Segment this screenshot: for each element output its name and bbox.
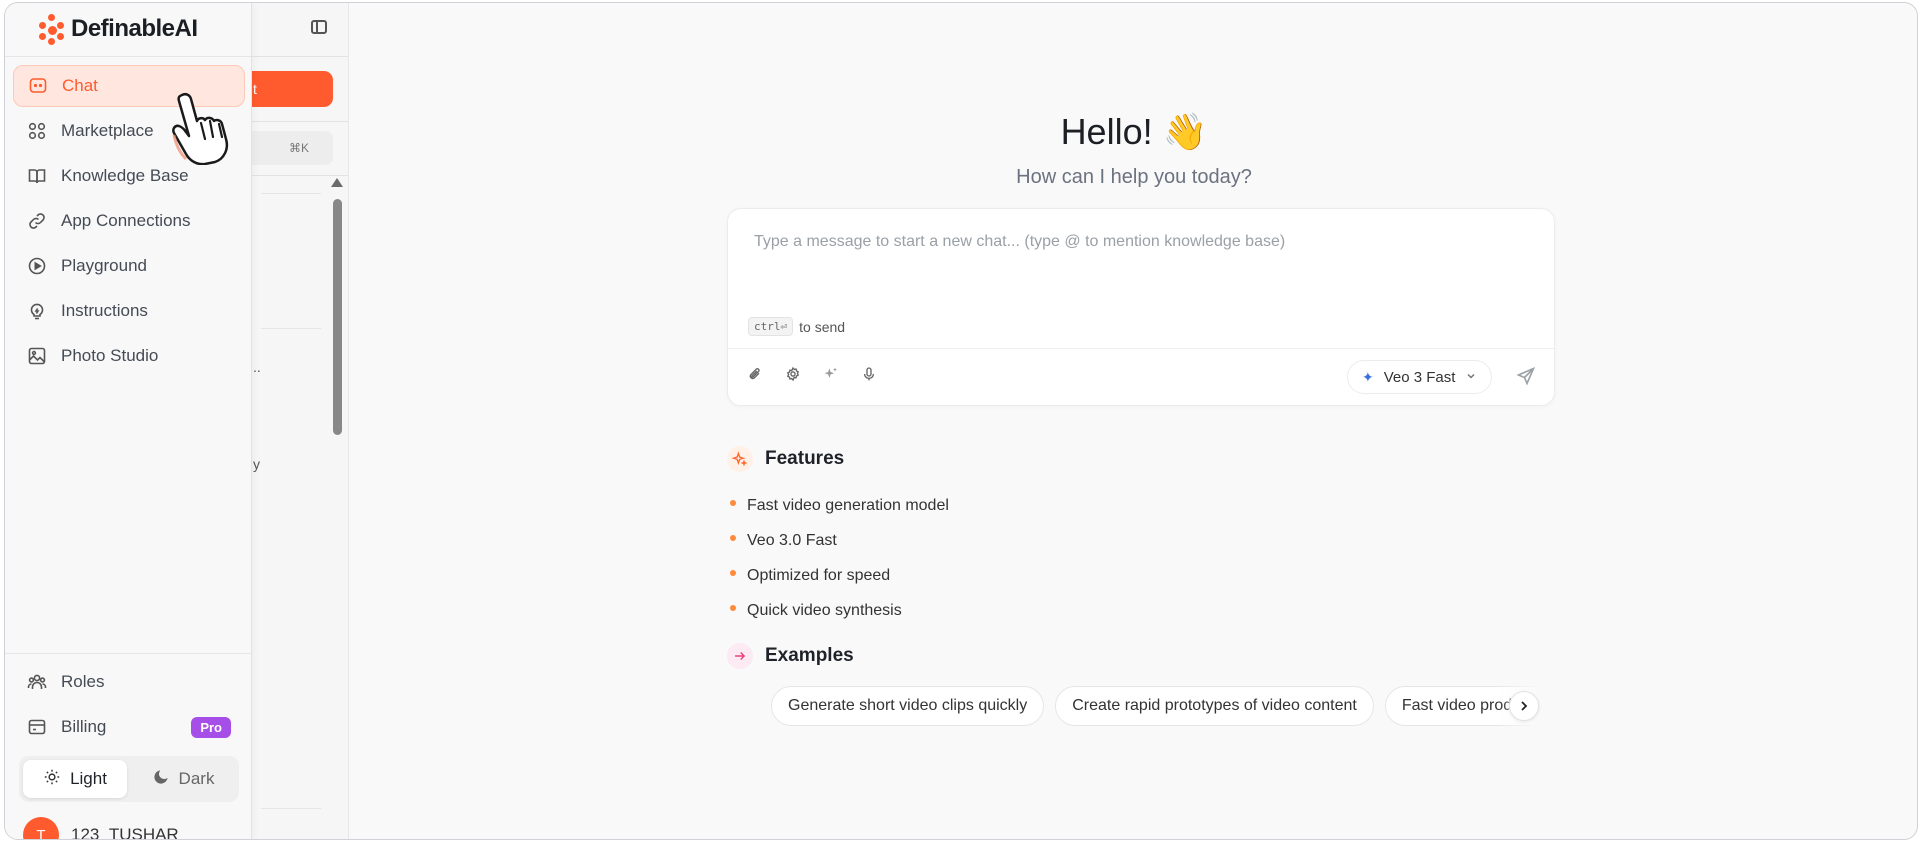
- sidebar-item-photo-studio[interactable]: Photo Studio: [13, 335, 245, 377]
- sidebar-item-label: Chat: [62, 76, 98, 95]
- divider: [728, 348, 1554, 349]
- sidebar-item-instructions[interactable]: Instructions: [13, 290, 245, 332]
- sidebar-item-label: App Connections: [61, 211, 191, 230]
- settings-icon[interactable]: [784, 365, 802, 383]
- theme-light-button[interactable]: Light: [23, 760, 127, 798]
- model-name: Veo 3 Fast: [1383, 368, 1456, 386]
- billing-icon: [27, 717, 47, 737]
- sidebar-item-roles[interactable]: Roles: [13, 661, 245, 703]
- divider: [251, 121, 348, 122]
- hand-pointer-icon: [172, 92, 229, 165]
- play-circle-icon: [27, 256, 47, 276]
- sidebar-item-label: Roles: [61, 672, 105, 691]
- link-icon: [27, 211, 47, 231]
- microphone-icon[interactable]: [860, 365, 878, 383]
- chevron-right-icon: [1521, 701, 1528, 711]
- sidebar-item-label: Billing: [61, 717, 107, 736]
- scroll-up-arrow[interactable]: [331, 178, 343, 187]
- sidebar-item-label: Knowledge Base: [61, 166, 189, 185]
- chat-history-item[interactable]: ..: [253, 359, 261, 375]
- pro-badge: Pro: [191, 716, 231, 738]
- list-item: Fast video generation model: [730, 488, 949, 523]
- main-content: Hello! 👋 How can I help you today? Type …: [349, 3, 1917, 839]
- sparkles-icon[interactable]: [822, 365, 840, 383]
- sidebar-item-playground[interactable]: Playground: [13, 245, 245, 287]
- send-hint: ctrl⏎ to send: [748, 317, 845, 336]
- list-item: Optimized for speed: [730, 558, 949, 593]
- user-name: 123_TUSHAR: [71, 825, 179, 840]
- greeting-subtitle: How can I help you today?: [1016, 166, 1252, 188]
- features-heading: Features: [727, 446, 844, 472]
- search-shortcut: ⌘K: [289, 141, 310, 155]
- features-title: Features: [765, 448, 845, 469]
- greeting: Hello! 👋: [1060, 111, 1208, 152]
- sidebar-item-label: Marketplace: [61, 121, 154, 140]
- divider: [261, 808, 321, 809]
- divider: [261, 193, 321, 194]
- book-icon: [27, 166, 47, 186]
- sun-icon: [43, 768, 61, 791]
- users-icon: [27, 672, 47, 692]
- divider: [261, 328, 321, 329]
- new-chat-label: t: [253, 81, 257, 97]
- sidebar-item-label: Instructions: [61, 301, 148, 320]
- send-icon[interactable]: [1516, 366, 1536, 386]
- carousel-next-button[interactable]: [1509, 691, 1539, 721]
- chat-history-panel: t ⌘K .. y: [251, 3, 349, 839]
- divider: [251, 56, 348, 57]
- example-chip[interactable]: Generate short video clips quickly: [771, 686, 1045, 726]
- message-composer: Type a message to start a new chat... (t…: [727, 208, 1555, 406]
- sidebar-item-label: Photo Studio: [61, 346, 159, 365]
- examples-carousel: Generate short video clips quickly Creat…: [771, 686, 1555, 728]
- bulb-icon: [27, 301, 47, 321]
- user-profile[interactable]: T 123_TUSHAR: [23, 817, 179, 840]
- examples-heading: Examples: [727, 643, 854, 669]
- scrollbar-thumb[interactable]: [333, 199, 342, 435]
- send-shortcut-key: ctrl⏎: [748, 317, 794, 336]
- collapse-sidebar-icon[interactable]: [311, 20, 327, 34]
- message-input[interactable]: Type a message to start a new chat... (t…: [754, 233, 1285, 251]
- features-list: Fast video generation model Veo 3.0 Fast…: [730, 488, 949, 628]
- composer-toolbar: [746, 365, 878, 383]
- chevron-down-icon: [1465, 369, 1477, 386]
- sidebar-item-label: Playground: [61, 256, 148, 275]
- theme-toggle: Light Dark: [19, 756, 239, 802]
- theme-dark-button[interactable]: Dark: [131, 760, 235, 798]
- moon-icon: [152, 768, 170, 791]
- chat-icon: [28, 76, 48, 96]
- examples-title: Examples: [765, 645, 854, 666]
- attach-icon[interactable]: [746, 365, 764, 383]
- sparkle-icon: ✦: [1362, 368, 1374, 385]
- theme-light-label: Light: [70, 769, 107, 788]
- arrow-right-icon: [727, 643, 753, 669]
- avatar: T: [23, 817, 59, 839]
- send-shortcut-text: to send: [799, 318, 846, 335]
- sidebar-bottom-nav: Roles Billing Pro: [13, 661, 245, 751]
- sidebar-item-billing[interactable]: Billing Pro: [13, 706, 245, 748]
- divider: [251, 175, 348, 176]
- chat-history-item[interactable]: y: [253, 456, 260, 472]
- app-window: t ⌘K .. y DefinableAI Chat Marketplace K…: [4, 2, 1918, 840]
- list-item: Quick video synthesis: [730, 593, 949, 628]
- divider: [5, 653, 251, 654]
- grid-icon: [27, 121, 47, 141]
- new-chat-button[interactable]: t: [251, 71, 333, 107]
- brand-name: DefinableAI: [71, 15, 198, 42]
- definable-logo-icon: [39, 14, 65, 45]
- sidebar-item-app-connections[interactable]: App Connections: [13, 200, 245, 242]
- brand[interactable]: DefinableAI: [39, 12, 198, 46]
- example-chip[interactable]: Create rapid prototypes of video content: [1055, 686, 1374, 726]
- sparkles-icon: [727, 446, 753, 472]
- model-selector[interactable]: ✦ Veo 3 Fast: [1347, 360, 1493, 394]
- image-icon: [27, 346, 47, 366]
- theme-dark-label: Dark: [178, 769, 215, 788]
- divider: [5, 56, 251, 57]
- list-item: Veo 3.0 Fast: [730, 523, 949, 558]
